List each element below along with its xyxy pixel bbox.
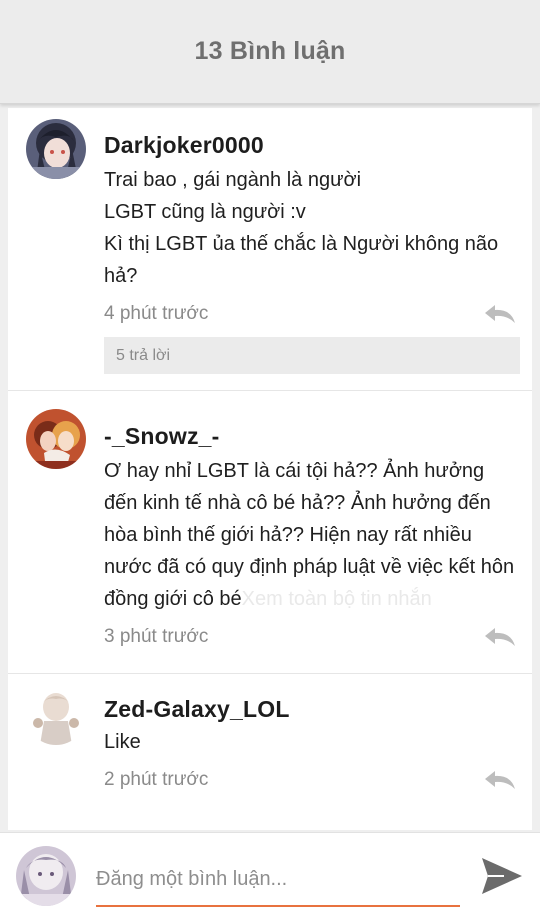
comment-text: Ơ hay nhỉ LGBT là cái tội hả?? Ảnh hưởng… <box>104 455 520 615</box>
send-button[interactable] <box>478 853 526 899</box>
avatar[interactable] <box>26 685 86 745</box>
page-title: 13 Bình luận <box>194 37 346 65</box>
send-icon <box>482 858 522 894</box>
comment-list[interactable]: Darkjoker0000 Trai bao , gái ngành là ng… <box>8 108 532 830</box>
comment-text: Trai bao , gái ngành là người LGBT cũng … <box>104 169 499 287</box>
avatar-image <box>16 846 76 906</box>
comment-item: -_Snowz_- Ơ hay nhỉ LGBT là cái tội hả??… <box>8 391 532 674</box>
reply-button[interactable] <box>480 298 520 330</box>
comment-meta: 4 phút trước <box>104 298 520 330</box>
comment-username[interactable]: -_Snowz_- <box>104 421 520 451</box>
avatar-image <box>26 409 86 469</box>
comment-body: -_Snowz_- Ơ hay nhỉ LGBT là cái tội hả??… <box>104 421 520 653</box>
comment-time: 4 phút trước <box>104 303 209 324</box>
comment-item: Darkjoker0000 Trai bao , gái ngành là ng… <box>8 108 532 391</box>
avatar[interactable] <box>26 409 86 469</box>
comment-input[interactable] <box>96 859 460 907</box>
comment-item: Zed-Galaxy_LOL Like 2 phút trước <box>8 674 532 830</box>
reply-button[interactable] <box>480 621 520 653</box>
comment-body: Zed-Galaxy_LOL Like 2 phút trước <box>104 694 520 796</box>
reply-arrow-icon <box>485 771 515 789</box>
comment-body: Darkjoker0000 Trai bao , gái ngành là ng… <box>104 130 520 374</box>
reply-arrow-icon <box>485 628 515 646</box>
comment-time: 2 phút trước <box>104 769 209 790</box>
avatar-image <box>26 119 86 179</box>
comment-username[interactable]: Zed-Galaxy_LOL <box>104 694 520 724</box>
reply-arrow-icon <box>485 305 515 323</box>
comment-text: Like <box>104 731 141 753</box>
comment-meta: 2 phút trước <box>104 764 520 796</box>
comment-composer <box>0 832 540 920</box>
user-avatar[interactable] <box>16 846 76 906</box>
header: 13 Bình luận <box>0 0 540 104</box>
comment-time: 3 phút trước <box>104 626 209 647</box>
avatar-image <box>26 685 86 745</box>
avatar[interactable] <box>26 119 86 179</box>
replies-toggle[interactable]: 5 trả lời <box>104 337 520 374</box>
comment-username[interactable]: Darkjoker0000 <box>104 130 520 160</box>
reply-button[interactable] <box>480 764 520 796</box>
comment-meta: 3 phút trước <box>104 621 520 653</box>
read-more-link[interactable]: Xem toàn bộ tin nhắn <box>242 588 432 610</box>
